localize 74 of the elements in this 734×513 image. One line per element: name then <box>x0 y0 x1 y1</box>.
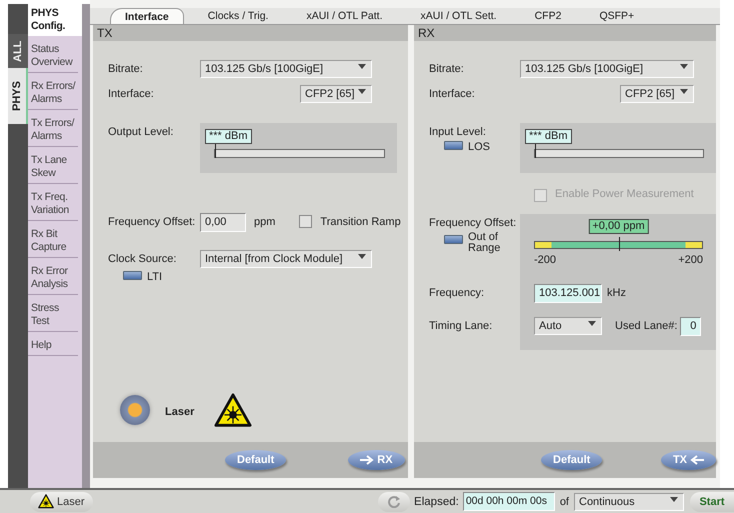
led-label: Out of Range <box>468 232 502 254</box>
sidebar-item[interactable]: Help <box>28 336 78 356</box>
level-reading: *** dBm <box>525 129 572 144</box>
field-label: Clock Source: <box>108 252 178 265</box>
sidebar-item[interactable]: Tx Freq. Variation <box>28 188 78 221</box>
dropdown[interactable]: Auto <box>534 317 602 335</box>
sidebar-item[interactable]: Tx Lane Skew <box>28 151 78 184</box>
laser-button[interactable]: Laser <box>30 492 93 512</box>
field-label: Frequency: <box>429 286 486 299</box>
field-label: Timing Lane: <box>429 319 494 332</box>
frequency-field: 103.125.001 <box>534 284 602 303</box>
sidebar-item[interactable]: Rx Errors/ Alarms <box>28 77 78 110</box>
unit-label: kHz <box>607 286 626 299</box>
tab[interactable]: CFP2 <box>520 8 576 24</box>
dropdown[interactable]: Internal [from Clock Module] <box>200 250 372 268</box>
dropdown[interactable]: 103.125 Gb/s [100GigE] <box>520 60 694 78</box>
caret-icon <box>680 64 688 69</box>
checkbox-label: Transition Ramp <box>320 215 401 228</box>
dropdown[interactable]: 103.125 Gb/s [100GigE] <box>200 60 372 78</box>
field-label: Input Level: <box>429 125 487 138</box>
sidebar-item[interactable]: Rx Bit Capture <box>28 225 78 258</box>
side-tab[interactable]: PHYS <box>8 68 28 124</box>
led-label: LOS <box>468 140 490 153</box>
right-arrow-icon <box>360 455 374 465</box>
caret-icon <box>680 89 688 94</box>
dropdown[interactable]: CFP2 [65] <box>620 85 694 103</box>
field-label: Interface: <box>108 87 155 100</box>
sidebar-item[interactable]: PHYS Config. <box>28 4 82 36</box>
caret-icon <box>588 321 596 326</box>
caret-icon <box>670 496 678 502</box>
caret-icon <box>358 64 366 69</box>
elapsed-field: 00d 00h 00m 00s <box>462 492 555 511</box>
dropdown[interactable]: Continuous <box>574 492 684 510</box>
panel-title: TX <box>93 25 408 41</box>
gauge-min-label: -200 <box>534 254 556 266</box>
caret-icon <box>358 254 366 259</box>
laser-label: Laser <box>165 404 194 418</box>
sidebar-item[interactable]: Status Overview <box>28 40 78 73</box>
tab[interactable]: xAUI / OTL Sett. <box>406 8 511 24</box>
gauge-max-label: +200 <box>678 254 703 266</box>
field-label: Interface: <box>429 87 476 100</box>
field-label: Output Level: <box>108 125 174 138</box>
laser-warning-icon <box>214 392 252 428</box>
level-reading: *** dBm <box>205 129 252 144</box>
tab[interactable]: Clocks / Trig. <box>194 8 282 24</box>
refresh-button[interactable] <box>378 492 410 512</box>
refresh-icon <box>387 496 402 508</box>
frequency-offset-field[interactable]: 0,00 <box>200 213 246 232</box>
field-label: Used Lane#: <box>615 319 678 332</box>
laser-warning-icon <box>38 494 54 509</box>
checkbox[interactable] <box>299 215 312 228</box>
tab[interactable]: xAUI / OTL Patt. <box>292 8 397 24</box>
caret-icon <box>358 89 366 94</box>
tab[interactable]: Interface <box>110 8 184 24</box>
led-label: LTI <box>147 270 162 283</box>
tab[interactable]: QSFP+ <box>585 8 648 24</box>
field-label: Frequency Offset: <box>429 216 518 229</box>
field-label: Bitrate: <box>429 62 465 75</box>
panel-title: RX <box>414 25 716 41</box>
elapsed-label: Elapsed: <box>414 496 459 508</box>
field-label: Frequency Offset: <box>108 215 196 228</box>
dropdown[interactable]: CFP2 [65] <box>300 85 372 103</box>
start-button[interactable]: Start <box>690 492 734 512</box>
side-tab[interactable]: ALL <box>8 34 28 68</box>
checkbox-label: Enable Power Measurement <box>555 187 694 200</box>
offset-reading: +0,00 ppm <box>588 219 649 234</box>
sidebar-item[interactable]: Tx Errors/ Alarms <box>28 114 78 147</box>
sidebar-item[interactable]: Rx Error Analysis <box>28 262 78 295</box>
unit-label: ppm <box>254 215 276 228</box>
used-lane-field: 0 <box>680 317 702 336</box>
of-label: of <box>560 496 569 508</box>
sidebar-item[interactable]: Stress Test <box>28 299 78 332</box>
field-label: Bitrate: <box>108 62 144 75</box>
left-arrow-icon <box>690 455 704 465</box>
